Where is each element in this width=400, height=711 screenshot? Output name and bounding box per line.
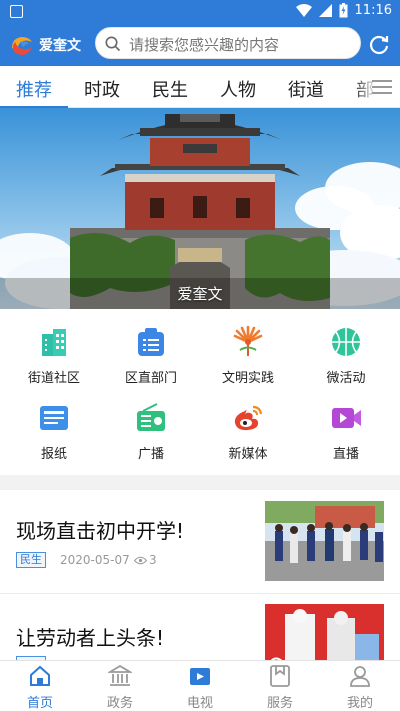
status-time: 11:16 — [354, 3, 392, 18]
nav-home[interactable]: 首页 — [0, 661, 80, 711]
app-logo-icon — [12, 37, 32, 55]
news-tag: 民生 — [16, 552, 46, 568]
views-eye-icon — [134, 556, 147, 565]
app-header: 爱奎文 请搜索您感兴趣的内容 — [0, 24, 400, 66]
nav-tv[interactable]: 电视 — [160, 661, 240, 711]
banner-carousel[interactable] — [0, 108, 400, 309]
search-icon — [105, 36, 121, 52]
quick-link-label: 报纸 — [40, 447, 67, 462]
nav-service[interactable]: 服务 — [240, 661, 320, 711]
quick-link-radio[interactable]: 广播 — [101, 385, 201, 462]
tab-streets[interactable]: 街道 — [288, 76, 324, 102]
news-feed: 现场直击初中开学! 民生 2020-05-07 3 让劳动者上头条! — [0, 490, 400, 660]
status-bar: 11:16 — [0, 0, 400, 24]
quick-link-label: 街道社区 — [27, 371, 80, 386]
quick-link-grid: 街道社区 区直部门 文明实践 微活动 报纸 广播 新媒体 直播 — [0, 309, 400, 475]
quick-link-label: 直播 — [332, 447, 359, 462]
news-thumbnail — [265, 604, 384, 660]
quick-link-label: 微活动 — [326, 371, 366, 386]
news-date: 2020-05-07 — [60, 553, 130, 567]
brand-name: 爱奎文 — [39, 38, 81, 54]
nav-profile[interactable]: 我的 — [320, 661, 400, 711]
service-icon — [270, 665, 290, 687]
news-thumbnail — [265, 501, 384, 581]
tab-politics[interactable]: 时政 — [84, 76, 120, 102]
channel-menu-icon[interactable] — [372, 80, 392, 96]
quick-link-live[interactable]: 直播 — [296, 385, 396, 462]
news-item[interactable]: 现场直击初中开学! 民生 2020-05-07 3 — [0, 490, 400, 594]
quick-link-district-departments[interactable]: 区直部门 — [101, 309, 201, 386]
news-item[interactable]: 让劳动者上头条! — [0, 594, 400, 660]
home-icon — [30, 665, 50, 686]
banner-image — [0, 114, 400, 309]
gallery-notification-icon — [10, 5, 23, 18]
buildings-icon — [42, 329, 66, 356]
channel-tabs: 推荐 时政 民生 人物 街道 部 — [0, 66, 400, 108]
quick-link-newspaper[interactable]: 报纸 — [4, 385, 104, 462]
radio-icon — [137, 403, 165, 431]
news-title: 现场直击初中开学! — [16, 519, 185, 543]
tab-people[interactable]: 人物 — [220, 76, 256, 102]
live-video-icon — [332, 408, 361, 428]
bottom-nav: 首页 政务 电视 服务 我的 — [0, 660, 400, 711]
quick-link-street-community[interactable]: 街道社区 — [4, 309, 104, 386]
civilization-icon — [233, 326, 263, 356]
quick-link-label: 区直部门 — [124, 371, 177, 386]
profile-icon — [350, 666, 370, 687]
search-input[interactable]: 请搜索您感兴趣的内容 — [95, 27, 361, 59]
nav-government[interactable]: 政务 — [80, 661, 160, 711]
nav-label: 我的 — [346, 696, 373, 711]
weibo-icon — [234, 405, 263, 431]
signal-icon — [318, 4, 332, 17]
wifi-icon — [295, 4, 312, 17]
government-icon — [108, 664, 132, 686]
nav-label: 政务 — [106, 696, 133, 711]
news-title: 让劳动者上头条! — [16, 626, 165, 650]
search-placeholder: 请搜索您感兴趣的内容 — [129, 36, 280, 54]
tab-livelihood[interactable]: 民生 — [152, 76, 188, 102]
refresh-icon[interactable] — [368, 34, 390, 56]
department-icon — [138, 328, 164, 356]
newspaper-icon — [40, 406, 68, 430]
quick-link-micro-activities[interactable]: 微活动 — [296, 309, 396, 386]
quick-link-new-media[interactable]: 新媒体 — [198, 385, 298, 462]
quick-link-label: 新媒体 — [228, 447, 268, 462]
battery-icon — [339, 3, 348, 18]
tab-recommend[interactable]: 推荐 — [16, 76, 52, 102]
basketball-icon — [332, 328, 360, 356]
banner-caption: 爱奎文 — [177, 285, 223, 303]
quick-link-label: 广播 — [137, 447, 164, 462]
nav-label: 首页 — [26, 696, 53, 711]
quick-link-label: 文明实践 — [221, 371, 274, 386]
nav-label: 服务 — [266, 696, 293, 711]
nav-label: 电视 — [186, 696, 213, 711]
news-view-count: 3 — [149, 553, 157, 567]
quick-link-civilization-practice[interactable]: 文明实践 — [198, 309, 298, 386]
tv-icon — [190, 668, 210, 685]
